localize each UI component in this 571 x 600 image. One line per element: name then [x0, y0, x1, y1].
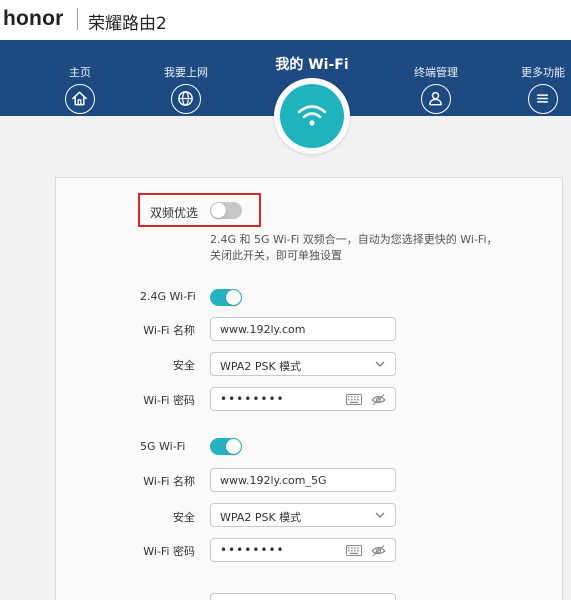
field-value: •••••••• — [220, 392, 285, 406]
app-title: 荣耀路由2 — [88, 14, 167, 34]
toggle-knob — [226, 439, 241, 454]
nav-item-internet[interactable]: 我要上网 — [156, 40, 216, 116]
wifi-5g-security-label: 安全 — [173, 511, 195, 524]
nav-item-label: 我要上网 — [164, 66, 208, 79]
nav-item-more[interactable]: 更多功能 — [515, 40, 571, 116]
chevron-down-icon — [375, 361, 385, 367]
top-bar: honor 荣耀路由2 — [0, 0, 571, 40]
wifi-5g-password-label: Wi-Fi 密码 — [143, 545, 195, 558]
home-icon[interactable] — [65, 84, 95, 114]
wifi-24g-security-select[interactable]: WPA2 PSK 模式 — [210, 352, 396, 376]
logo-divider — [77, 8, 78, 30]
wifi-24g-name-label: Wi-Fi 名称 — [143, 324, 195, 337]
cut-off-input[interactable] — [210, 593, 396, 600]
wifi-24g-name-input[interactable]: www.192ly.com — [210, 317, 396, 341]
nav-item-label: 主页 — [69, 66, 91, 79]
wifi-24g-password-input[interactable]: •••••••• — [210, 387, 396, 411]
toggle-knob — [226, 290, 241, 305]
field-value: www.192ly.com — [220, 323, 306, 336]
nav-item-devices[interactable]: 终端管理 — [406, 40, 466, 116]
dual-band-toggle[interactable] — [210, 202, 242, 219]
wifi-5g-security-select[interactable]: WPA2 PSK 模式 — [210, 503, 396, 527]
dual-band-description: 2.4G 和 5G Wi-Fi 双频合一，自动为您选择更快的 Wi-Fi，关闭此… — [210, 233, 498, 262]
field-value: •••••••• — [220, 543, 285, 557]
field-value: WPA2 PSK 模式 — [220, 511, 302, 524]
wifi-24g-toggle[interactable] — [210, 289, 242, 306]
wifi-5g-password-input[interactable]: •••••••• — [210, 538, 396, 562]
nav-item-home[interactable]: 主页 — [55, 40, 105, 116]
field-value: WPA2 PSK 模式 — [220, 360, 302, 373]
user-icon[interactable] — [421, 84, 451, 114]
wifi-5g-name-label: Wi-Fi 名称 — [143, 475, 195, 488]
wifi-5g-toggle[interactable] — [210, 438, 242, 455]
nav-item-label: 更多功能 — [521, 66, 565, 79]
eye-icon[interactable] — [371, 393, 386, 406]
dual-band-label: 双频优选 — [150, 206, 199, 220]
honor-logo: honor — [3, 7, 64, 30]
wifi-5g-label: 5G Wi-Fi — [140, 440, 186, 453]
wifi-24g-label: 2.4G Wi-Fi — [140, 290, 196, 303]
keyboard-icon[interactable] — [346, 394, 362, 405]
wifi-24g-security-label: 安全 — [173, 359, 195, 372]
chevron-down-icon — [375, 512, 385, 518]
wifi-24g-password-label: Wi-Fi 密码 — [143, 394, 195, 407]
nav-item-wifi-label[interactable]: 我的 Wi-Fi — [250, 54, 374, 74]
eye-icon[interactable] — [371, 544, 386, 557]
menu-icon[interactable] — [528, 84, 558, 114]
field-value: www.192ly.com_5G — [220, 474, 327, 487]
globe-icon[interactable] — [171, 84, 201, 114]
nav-item-label: 终端管理 — [414, 66, 458, 79]
wifi-icon[interactable] — [280, 84, 344, 148]
keyboard-icon[interactable] — [346, 545, 362, 556]
wifi-5g-name-input[interactable]: www.192ly.com_5G — [210, 468, 396, 492]
toggle-knob — [211, 203, 226, 218]
